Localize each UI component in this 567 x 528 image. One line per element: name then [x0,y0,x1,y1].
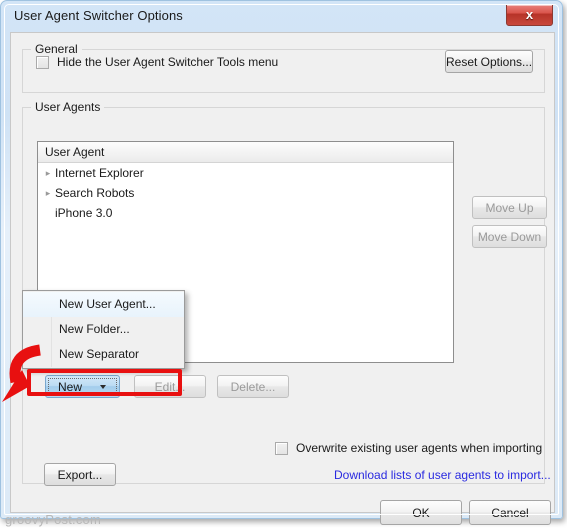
move-down-button[interactable]: Move Down [472,225,547,248]
general-group-label: General [31,42,82,56]
close-icon: x [525,7,534,22]
checkbox-box-icon[interactable] [275,441,288,455]
download-lists-link[interactable]: Download lists of user agents to import.… [334,468,551,482]
reset-options-button[interactable]: Reset Options... [445,50,533,73]
list-item-label: Internet Explorer [55,166,144,180]
delete-button[interactable]: Delete... [217,375,289,398]
list-item[interactable]: iPhone 3.0 [38,203,453,223]
hide-tools-checkbox[interactable]: Hide the User Agent Switcher Tools menu [36,55,278,69]
user-agents-group-label: User Agents [31,100,105,114]
title-bar[interactable]: User Agent Switcher Options x [5,3,558,30]
checkbox-box-icon[interactable] [36,55,49,69]
overwrite-existing-checkbox-label: Overwrite existing user agents when impo… [296,441,543,455]
list-item-label: Search Robots [55,186,135,200]
cancel-button[interactable]: Cancel [469,500,551,525]
move-up-button[interactable]: Move Up [472,196,547,219]
hide-tools-checkbox-label: Hide the User Agent Switcher Tools menu [57,55,279,69]
dialog-window: User Agent Switcher Options x General Hi… [0,0,563,525]
ok-button[interactable]: OK [380,500,462,525]
menu-item-new-user-agent[interactable]: New User Agent... [23,292,184,317]
menu-item-new-separator[interactable]: New Separator [23,342,184,367]
new-button[interactable]: New [45,375,120,398]
new-button-label: New [58,379,83,394]
menu-item-new-folder[interactable]: New Folder... [23,317,184,342]
edit-button[interactable]: Edit... [134,375,206,398]
window-title: User Agent Switcher Options [14,8,183,23]
watermark: groovyPost.com [5,512,102,527]
new-dropdown-menu[interactable]: New User Agent... New Folder... New Sepa… [22,290,185,369]
overwrite-existing-checkbox[interactable]: Overwrite existing user agents when impo… [275,441,542,455]
chevron-down-icon[interactable] [100,385,106,389]
chevron-right-icon[interactable]: ▸ [42,183,54,203]
list-item-label: iPhone 3.0 [55,206,113,220]
dialog-client-area: General Hide the User Agent Switcher Too… [10,32,555,525]
list-item[interactable]: ▸ Search Robots [38,183,453,203]
user-agent-column-header[interactable]: User Agent [38,142,453,163]
list-item[interactable]: ▸ Internet Explorer [38,163,453,183]
export-button[interactable]: Export... [44,463,116,486]
close-button[interactable]: x [506,4,553,26]
chevron-right-icon[interactable]: ▸ [42,163,54,183]
